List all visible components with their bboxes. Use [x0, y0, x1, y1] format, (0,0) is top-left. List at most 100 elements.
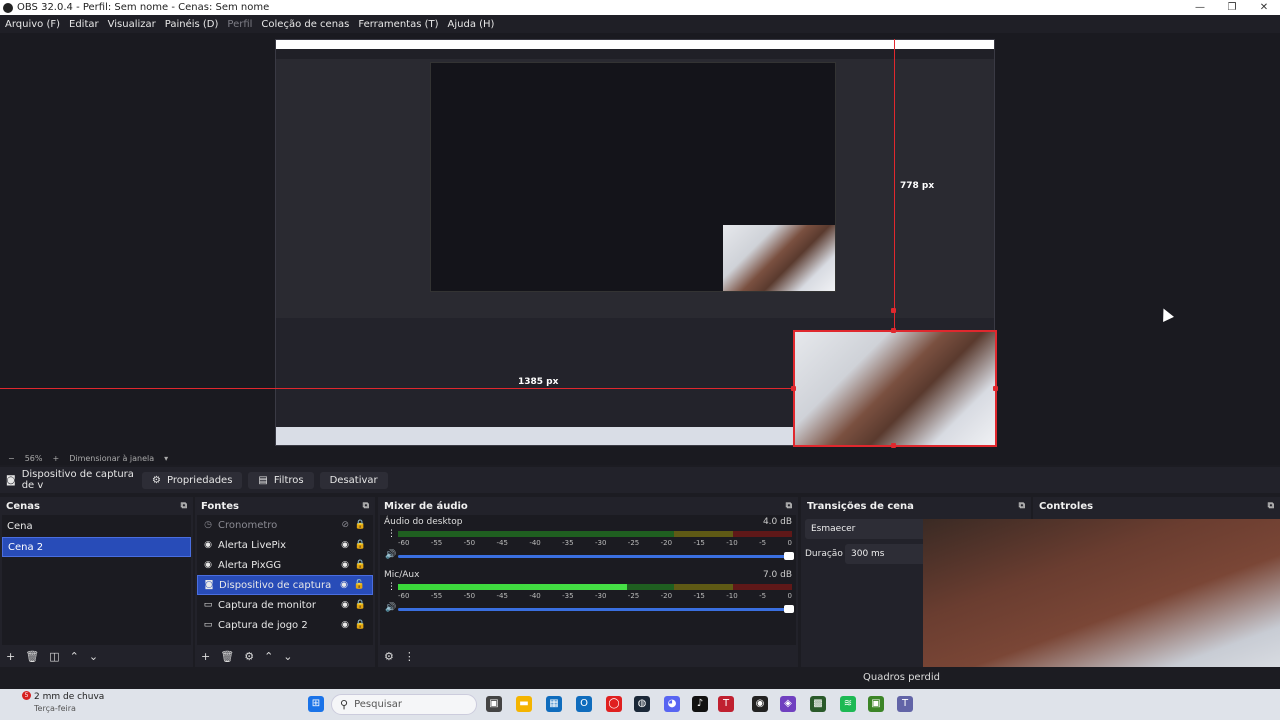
eye-hidden-icon[interactable]: ⊘ — [341, 520, 349, 530]
minimize-button[interactable]: — — [1184, 0, 1216, 15]
source-item-alerta-livepix[interactable]: ◉ Alerta LivePix ◉ 🔒 — [197, 535, 373, 555]
source-properties-icon[interactable]: ⚙ — [244, 650, 254, 663]
scenes-dock: Cenas ⧉ Cena Cena 2 + 🗑 ◫ ⌃ ⌄ — [0, 497, 193, 667]
taskbar-search[interactable]: ⚲ Pesquisar — [331, 694, 477, 715]
remove-scene-icon[interactable]: 🗑 — [25, 650, 39, 663]
outlook-icon[interactable]: O — [576, 696, 592, 712]
mixer-menu-icon[interactable]: ⋮ — [404, 650, 415, 663]
fit-window-select[interactable]: Dimensionar à janela — [69, 454, 154, 463]
speaker-icon[interactable]: 🔊 — [385, 603, 396, 613]
app-icon[interactable]: ◈ — [780, 696, 796, 712]
tiktok-icon[interactable]: ♪ — [692, 696, 708, 712]
resize-handle-bottom[interactable] — [891, 443, 896, 448]
dock-float-icon[interactable]: ⧉ — [181, 501, 187, 511]
dock-float-icon[interactable]: ⧉ — [1268, 501, 1274, 511]
steam-icon[interactable]: ◍ — [634, 696, 650, 712]
task-view-icon[interactable]: ▣ — [486, 696, 502, 712]
source-item-captura-monitor[interactable]: ▭ Captura de monitor ◉ 🔒 — [197, 595, 373, 615]
move-down-icon[interactable]: ⌄ — [283, 650, 292, 663]
scale-tick-label: -60 — [398, 539, 410, 547]
dock-float-icon[interactable]: ⧉ — [1019, 501, 1025, 511]
maximize-button[interactable]: ❐ — [1216, 0, 1248, 15]
menu-arquivo[interactable]: Arquivo (F) — [5, 19, 60, 30]
menu-editar[interactable]: Editar — [69, 19, 99, 30]
move-up-icon[interactable]: ⌃ — [70, 650, 79, 663]
text-app-icon[interactable]: T — [718, 696, 734, 712]
lock-icon[interactable]: 🔒 — [355, 600, 366, 610]
obs-logo-icon — [3, 2, 13, 13]
resize-handle-top[interactable] — [891, 328, 896, 333]
menu-ferramentas[interactable]: Ferramentas (T) — [358, 19, 438, 30]
scene-item-cena-2[interactable]: Cena 2 — [2, 537, 191, 557]
filters-button[interactable]: ▤ Filtros — [248, 471, 314, 489]
scale-tick-label: -10 — [726, 592, 738, 600]
volume-slider[interactable] — [398, 552, 794, 560]
preview-canvas[interactable]: 778 px 1385 px — [0, 33, 1280, 451]
menu-bar: Arquivo (F) Editar Visualizar Painéis (D… — [0, 15, 1280, 33]
discord-icon[interactable]: ◕ — [664, 696, 680, 712]
properties-button[interactable]: ⚙ Propriedades — [142, 471, 243, 489]
eye-icon[interactable]: ◉ — [341, 560, 349, 570]
move-down-icon[interactable]: ⌄ — [89, 650, 98, 663]
lock-icon[interactable]: 🔒 — [355, 560, 366, 570]
menu-ajuda[interactable]: Ajuda (H) — [448, 19, 495, 30]
add-source-icon[interactable]: + — [201, 650, 210, 663]
minecraft-icon[interactable]: ▣ — [868, 696, 884, 712]
menu-visualizar[interactable]: Visualizar — [108, 19, 156, 30]
level-meter — [398, 584, 792, 590]
transitions-title: Transições de cena — [807, 500, 914, 512]
add-scene-icon[interactable]: + — [6, 650, 15, 663]
spotify-icon[interactable]: ≋ — [840, 696, 856, 712]
mixer-channel-mic: Mic/Aux 7.0 dB ⋮ -60 -55 -50 -45 -40 -35 -30 -2… — [380, 568, 796, 621]
unlock-icon[interactable]: 🔓 — [354, 580, 365, 590]
deactivate-button[interactable]: Desativar — [319, 471, 388, 489]
source-item-alerta-pixgg[interactable]: ◉ Alerta PixGG ◉ 🔒 — [197, 555, 373, 575]
windows-taskbar: 5 2 mm de chuva Terça-feira ⊞ ⚲ Pesquisa… — [0, 689, 1280, 720]
source-item-captura-jogo-2[interactable]: ▭ Captura de jogo 2 ◉ 🔒 — [197, 615, 373, 635]
eye-icon[interactable]: ◉ — [341, 600, 349, 610]
scene-filters-icon[interactable]: ◫ — [49, 650, 59, 663]
start-windows-icon[interactable]: ⊞ — [308, 696, 324, 712]
resize-handle-right[interactable] — [993, 386, 998, 391]
weather-widget[interactable]: 5 2 mm de chuva Terça-feira — [12, 691, 104, 714]
obs-taskbar-icon[interactable]: ◉ — [752, 696, 768, 712]
teams-icon[interactable]: T — [897, 696, 913, 712]
menu-colecao-cenas[interactable]: Coleção de cenas — [261, 19, 349, 30]
zoom-in-button[interactable]: + — [52, 454, 59, 463]
close-button[interactable]: ✕ — [1248, 0, 1280, 15]
mixer-channel-desktop: Áudio do desktop 4.0 dB ⋮ -60 -55 -50 -45 -4… — [380, 515, 796, 568]
eye-icon[interactable]: ◉ — [341, 540, 349, 550]
scale-tick-label: -55 — [430, 539, 443, 547]
chevron-down-icon[interactable]: ▾ — [164, 454, 168, 463]
dock-float-icon[interactable]: ⧉ — [786, 501, 792, 511]
app-icon-2[interactable]: ▩ — [810, 696, 826, 712]
resize-handle-left[interactable] — [791, 386, 796, 391]
remove-source-icon[interactable]: 🗑 — [220, 650, 234, 663]
lock-icon[interactable]: 🔒 — [355, 520, 366, 530]
guide-handle-top[interactable] — [891, 308, 896, 313]
store-icon[interactable]: ▦ — [546, 696, 562, 712]
source-item-dispositivo-captura[interactable]: ◙ Dispositivo de captura de vi ◉ 🔓 — [197, 575, 373, 595]
zoom-out-button[interactable]: − — [8, 454, 15, 463]
scale-tick-label: -35 — [562, 592, 574, 600]
volume-slider[interactable] — [398, 605, 794, 613]
lock-icon[interactable]: 🔒 — [355, 620, 366, 630]
opera-icon[interactable]: ◯ — [606, 696, 622, 712]
selection-box[interactable] — [793, 330, 997, 447]
eye-icon[interactable]: ◉ — [341, 620, 349, 630]
advanced-audio-icon[interactable]: ⚙ — [384, 650, 394, 663]
eye-icon[interactable]: ◉ — [340, 580, 348, 590]
scene-item-cena[interactable]: Cena — [2, 517, 191, 537]
move-up-icon[interactable]: ⌃ — [264, 650, 273, 663]
source-item-cronometro[interactable]: ◷ Cronometro ⊘ 🔒 — [197, 515, 373, 535]
channel-menu-icon[interactable]: ⋮ — [387, 529, 396, 539]
dock-float-icon[interactable]: ⧉ — [363, 501, 369, 511]
speaker-icon[interactable]: 🔊 — [385, 550, 396, 560]
zoom-level: 56% — [24, 453, 43, 463]
scale-tick-label: -5 — [759, 539, 767, 547]
lock-icon[interactable]: 🔒 — [355, 540, 366, 550]
menu-paineis[interactable]: Painéis (D) — [165, 19, 219, 30]
channel-menu-icon[interactable]: ⋮ — [387, 582, 396, 592]
file-explorer-icon[interactable]: ▬ — [516, 696, 532, 712]
scale-tick-label: -40 — [529, 592, 541, 600]
